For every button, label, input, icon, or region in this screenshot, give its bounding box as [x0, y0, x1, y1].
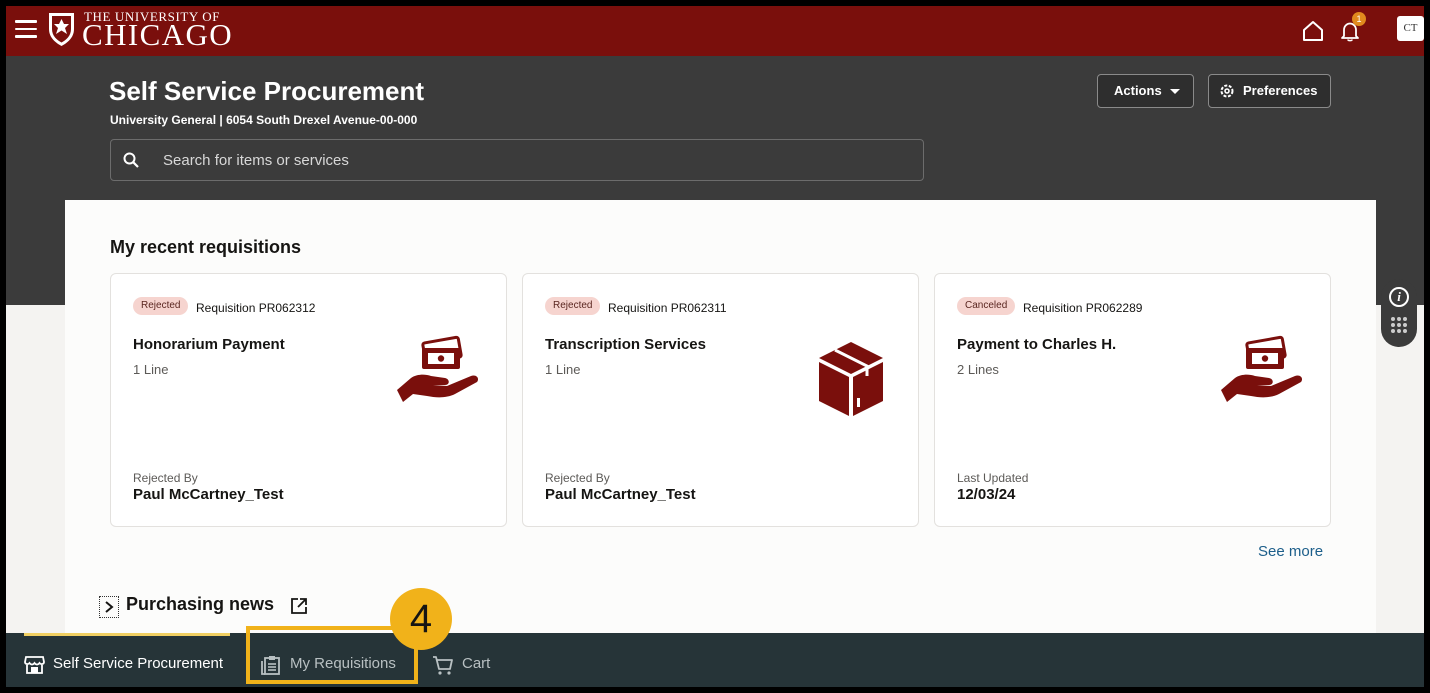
card-meta-label: Rejected By — [545, 471, 610, 485]
status-badge: Rejected — [545, 297, 601, 315]
business-unit-subtitle: University General | 6054 South Drexel A… — [110, 113, 418, 127]
card-meta-value: 12/03/24 — [957, 486, 1016, 503]
actions-button-label: Actions — [1114, 83, 1162, 98]
status-badge: Rejected — [133, 297, 189, 315]
logo-big-text: CHICAGO — [82, 17, 234, 52]
hamburger-menu-icon[interactable] — [15, 20, 37, 38]
floating-help-toolbar: i — [1381, 279, 1417, 347]
external-link-icon[interactable] — [290, 597, 308, 615]
search-input[interactable] — [163, 149, 903, 171]
card-meta-label: Last Updated — [957, 471, 1029, 485]
requisition-number: Requisition PR062311 — [608, 301, 727, 315]
hand-money-icon — [1221, 335, 1303, 402]
see-more-link[interactable]: See more — [1258, 543, 1323, 560]
info-icon[interactable]: i — [1389, 287, 1409, 307]
search-box — [110, 139, 924, 181]
requisition-line-count: 1 Line — [133, 362, 169, 377]
bottom-navigation: Self Service Procurement My Requisitions… — [6, 633, 1424, 687]
gear-icon — [1220, 84, 1234, 98]
actions-button[interactable]: Actions — [1097, 74, 1194, 108]
apps-grid-icon[interactable] — [1390, 316, 1408, 334]
requisition-card[interactable]: Canceled Requisition PR062289 Payment to… — [934, 273, 1331, 527]
cart-icon — [433, 656, 453, 675]
tutorial-step-number: 4 — [390, 588, 452, 650]
university-crest-icon — [49, 13, 74, 46]
requisition-number: Requisition PR062312 — [196, 301, 316, 315]
package-box-icon — [819, 342, 883, 416]
app-window: THE UNIVERSITY OF CHICAGO 1 CT Self Serv… — [6, 6, 1424, 687]
home-icon[interactable] — [1302, 20, 1324, 42]
nav-label: Self Service Procurement — [53, 655, 224, 672]
card-meta-value: Paul McCartney_Test — [545, 486, 696, 503]
recent-requisitions-panel: My recent requisitions Rejected Requisit… — [65, 200, 1376, 640]
search-icon — [123, 152, 139, 168]
tutorial-highlight-box — [246, 626, 418, 684]
nav-label: Cart — [462, 655, 491, 672]
store-icon — [24, 656, 45, 674]
card-meta-label: Rejected By — [133, 471, 198, 485]
requisition-title: Transcription Services — [545, 336, 706, 353]
requisition-line-count: 2 Lines — [957, 362, 999, 377]
requisition-number: Requisition PR062289 — [1023, 301, 1143, 315]
preferences-button-label: Preferences — [1243, 83, 1318, 98]
purchasing-news-heading: Purchasing news — [126, 594, 275, 614]
card-meta-value: Paul McCartney_Test — [133, 486, 284, 503]
requisition-card[interactable]: Rejected Requisition PR062312 Honorarium… — [110, 273, 507, 527]
notification-count-badge: 1 — [1352, 12, 1366, 26]
requisition-line-count: 1 Line — [545, 362, 581, 377]
top-bar: THE UNIVERSITY OF CHICAGO 1 CT — [6, 6, 1424, 56]
requisition-title: Payment to Charles H. — [957, 336, 1117, 353]
recent-requisitions-heading: My recent requisitions — [110, 237, 302, 257]
chevron-right-icon — [105, 601, 114, 613]
page-title: Self Service Procurement — [109, 76, 425, 106]
requisition-card[interactable]: Rejected Requisition PR062311 Transcript… — [522, 273, 919, 527]
expand-toggle[interactable] — [99, 596, 119, 618]
nav-self-service-procurement[interactable]: Self Service Procurement — [24, 633, 234, 687]
hand-money-icon — [397, 335, 479, 402]
status-badge: Canceled — [957, 297, 1016, 315]
user-avatar[interactable]: CT — [1397, 16, 1424, 41]
chevron-down-icon — [1170, 89, 1180, 94]
preferences-button[interactable]: Preferences — [1208, 74, 1331, 108]
requisition-title: Honorarium Payment — [133, 336, 285, 353]
